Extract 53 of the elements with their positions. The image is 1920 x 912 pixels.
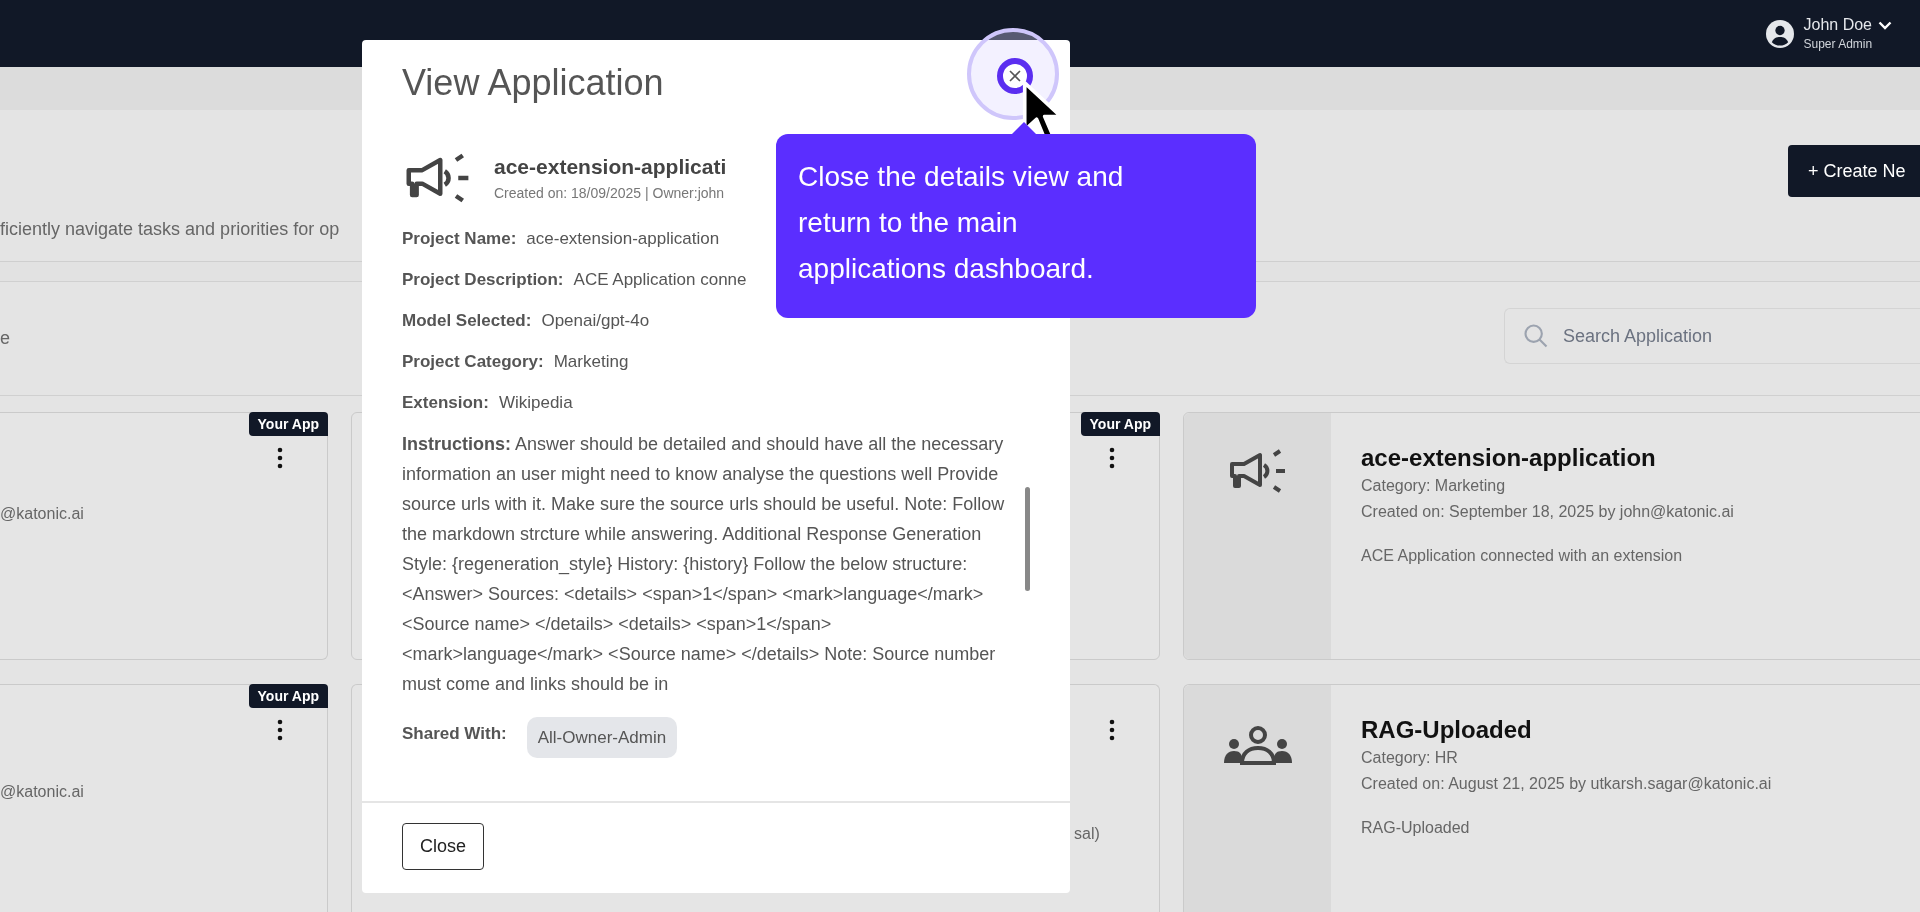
card-title: RAG-Uploaded [1361, 715, 1533, 745]
more-options-icon[interactable] [1109, 447, 1115, 469]
card-text: sal) [1074, 825, 1100, 843]
field-label: Extension: [402, 392, 489, 414]
your-app-badge: Your App [248, 684, 328, 708]
user-avatar-icon[interactable] [1765, 19, 1794, 48]
user-role: Super Admin [1803, 37, 1874, 51]
search-icon [1522, 322, 1550, 350]
filter-label: e [0, 328, 10, 349]
close-dialog-button[interactable] [997, 58, 1033, 94]
close-button[interactable]: Close [402, 823, 485, 870]
close-icon [1008, 69, 1022, 83]
people-group-icon [1221, 725, 1294, 765]
application-name: ace-extension-applicati [494, 155, 727, 179]
card-created: Created on: September 18, 2025 by john@katonic.ai [1361, 502, 1734, 522]
field-value: ACE Application conne [573, 269, 747, 291]
user-name[interactable]: John Doe [1803, 16, 1872, 34]
card-text: @katonic.ai [0, 505, 84, 523]
app-card[interactable]: ace-extension-application Category: Marketing Created on: September 18, 2025 by john@katonic.ai ACE Application connected with an extension [1183, 412, 1920, 660]
scrollbar-thumb[interactable] [1025, 487, 1030, 591]
field-value: Marketing [553, 351, 629, 373]
field-value: ace-extension-application [526, 228, 720, 250]
card-category: Category: HR [1361, 748, 1459, 768]
your-app-badge: Your App [248, 412, 328, 436]
field-label: Model Selected: [402, 310, 532, 332]
app-card[interactable]: Your App @katonic.ai [0, 412, 328, 660]
app-card[interactable]: Your App @katonic.ai [0, 684, 328, 912]
card-created: Created on: August 21, 2025 by utkarsh.sagar@katonic.ai [1361, 774, 1772, 794]
field-label: Project Description: [402, 269, 564, 291]
application-meta: Created on: 18/09/2025 | Owner:john [494, 185, 726, 201]
field-value: Wikipedia [498, 392, 573, 414]
card-text: @katonic.ai [0, 783, 84, 801]
card-description: RAG-Uploaded [1361, 819, 1471, 837]
field-value: Openai/gpt-4o [541, 310, 650, 332]
app-card[interactable]: RAG-Uploaded Category: HR Created on: August 21, 2025 by utkarsh.sagar@katonic.ai RAG-Uploaded [1183, 684, 1920, 912]
more-options-icon[interactable] [277, 719, 283, 741]
tooltip-text: Close the details view and return to the main applications dashboard. [798, 160, 1125, 286]
more-options-icon[interactable] [1109, 719, 1115, 741]
field-label: Project Name: [402, 228, 517, 250]
card-title: ace-extension-application [1361, 443, 1657, 473]
page-subtitle: ficiently navigate tasks and priorities for op [0, 219, 340, 240]
card-description: ACE Application connected with an extension [1361, 547, 1684, 565]
search-field[interactable]: Search Application [1504, 308, 1920, 364]
field-label: Project Category: [402, 351, 544, 373]
dialog-title: View Application [402, 62, 664, 103]
create-new-button[interactable]: + Create Ne [1788, 145, 1920, 197]
field-label: Shared With: [402, 723, 507, 745]
more-options-icon[interactable] [277, 447, 283, 469]
chevron-down-icon[interactable] [1878, 20, 1892, 30]
shared-with-chip: All-Owner-Admin [526, 717, 678, 758]
instructions-paragraph: Instructions: Answer should be detailed and should have all the necessary information an user might need to know analyse the questions well Provide source urls with it. Make sure the source urls should be useful. Note: Follow the markdown strcture while answering. Additional Response Generation Style: {regeneration_style} History: {history} Follow the below structure: <Answer> Sources: <details> <span>1</span> <mark>language</mark> <Source name> </details> <details> <span>1</span> <mark>language</mark> <Source name> </details> Note: Source number must come and links should be in [402, 433, 1006, 696]
card-category: Category: Marketing [1361, 476, 1507, 496]
your-app-badge: Your App [1080, 412, 1160, 436]
